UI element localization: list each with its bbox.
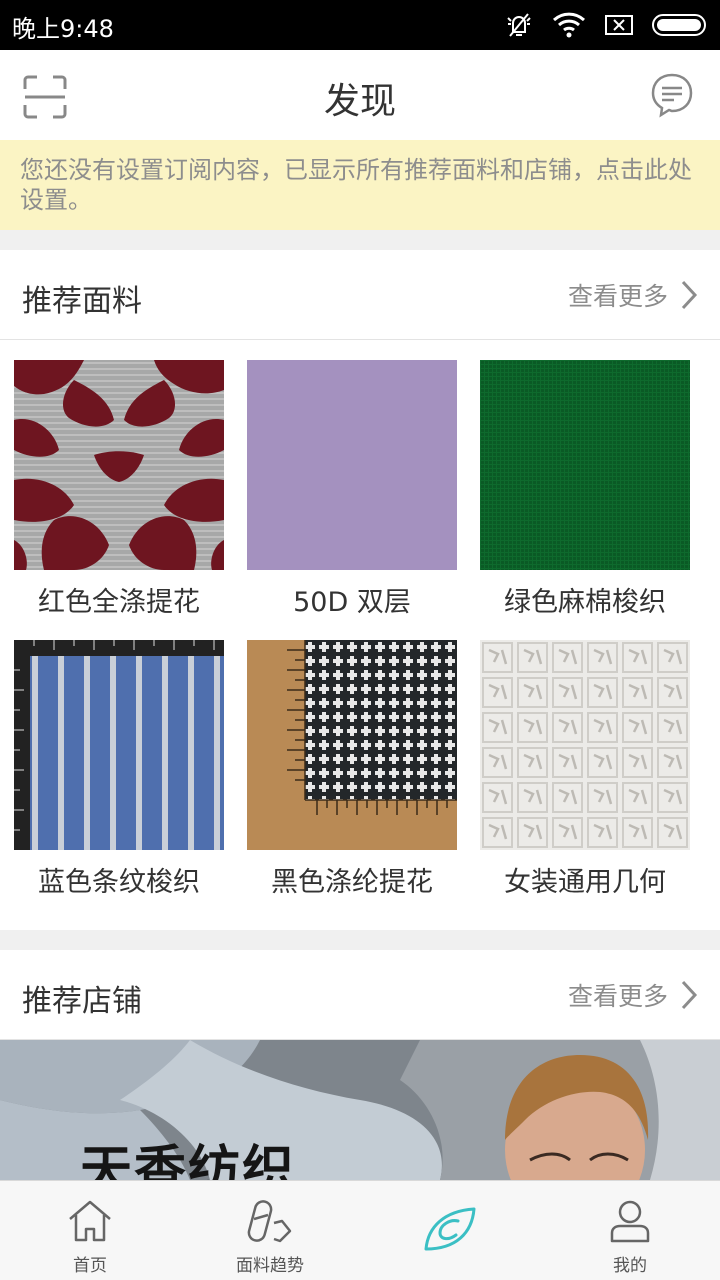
fabric-swatch-image bbox=[247, 360, 457, 570]
battery-icon bbox=[652, 14, 706, 36]
discover-eye-icon bbox=[424, 1207, 476, 1251]
tab-label: 我的 bbox=[613, 1256, 647, 1276]
status-bar: 晚上9:48 bbox=[0, 0, 720, 50]
tab-home[interactable]: 首页 bbox=[0, 1181, 180, 1280]
mute-vibrate-icon bbox=[507, 13, 531, 37]
fabric-item[interactable]: 50D 双层 bbox=[247, 360, 457, 619]
chevron-right-icon bbox=[681, 980, 698, 1010]
no-sim-icon bbox=[605, 15, 633, 35]
fabric-swatch-image bbox=[480, 360, 690, 570]
tab-label: 面料趋势 bbox=[236, 1256, 304, 1276]
fabrics-section-title: 推荐面料 bbox=[22, 284, 142, 319]
fabric-swatch-image bbox=[14, 640, 224, 850]
bottom-tab-bar: 首页 面料趋势 我的 bbox=[0, 1180, 720, 1280]
tab-profile[interactable]: 我的 bbox=[540, 1181, 720, 1280]
fabric-name: 女装通用几何 bbox=[504, 867, 666, 898]
fabrics-section-header: 推荐面料 查看更多 bbox=[0, 250, 720, 340]
status-time: 晚上9:48 bbox=[12, 15, 114, 43]
fabrics-more-link[interactable]: 查看更多 bbox=[568, 272, 698, 318]
user-icon bbox=[610, 1200, 650, 1243]
fabric-swatch-image bbox=[480, 640, 690, 850]
subscription-notice[interactable]: 您还没有设置订阅内容，已显示所有推荐面料和店铺，点击此处设置。 bbox=[0, 140, 720, 230]
trend-icon bbox=[247, 1200, 292, 1243]
fabric-item[interactable]: 女装通用几何 bbox=[480, 640, 690, 899]
status-icons bbox=[504, 10, 708, 40]
fabric-item[interactable]: 黑色涤纶提花 bbox=[247, 640, 457, 899]
home-icon bbox=[69, 1200, 111, 1242]
app-header: 发现 bbox=[0, 50, 720, 140]
fabric-name: 绿色麻棉梭织 bbox=[504, 587, 666, 618]
shops-section-title: 推荐店铺 bbox=[22, 984, 142, 1019]
fabric-name: 蓝色条纹梭织 bbox=[38, 867, 200, 898]
fabric-swatch-image bbox=[247, 640, 457, 850]
fabric-item[interactable]: 蓝色条纹梭织 bbox=[14, 640, 224, 899]
shops-section-header: 推荐店铺 查看更多 bbox=[0, 950, 720, 1040]
fabric-name: 红色全涤提花 bbox=[38, 587, 200, 618]
fabric-item[interactable]: 红色全涤提花 bbox=[14, 360, 224, 619]
shop-name: 天香纺织 bbox=[80, 1141, 297, 1180]
tab-label: 首页 bbox=[73, 1256, 107, 1276]
fabric-name: 50D 双层 bbox=[293, 587, 411, 618]
more-label: 查看更多 bbox=[567, 982, 668, 1011]
shops-more-link[interactable]: 查看更多 bbox=[568, 972, 698, 1018]
wifi-icon bbox=[552, 12, 586, 38]
more-label: 查看更多 bbox=[567, 282, 668, 311]
fabric-swatch-image bbox=[14, 360, 224, 570]
fabric-name: 黑色涤纶提花 bbox=[271, 867, 433, 898]
page-title: 发现 bbox=[323, 81, 396, 122]
messages-button[interactable] bbox=[650, 72, 694, 118]
fabric-grid: 红色全涤提花 50D 双层 绿色麻棉梭织 蓝色条纹梭织 黑色涤纶提花 女装通用几… bbox=[0, 340, 720, 930]
chevron-right-icon bbox=[681, 280, 698, 310]
tab-discover[interactable] bbox=[360, 1181, 540, 1280]
shop-banner[interactable]: 天香纺织 bbox=[0, 1040, 720, 1180]
chat-bubble-icon bbox=[651, 73, 693, 118]
fabric-item[interactable]: 绿色麻棉梭织 bbox=[480, 360, 690, 619]
tab-fabric-trends[interactable]: 面料趋势 bbox=[180, 1181, 360, 1280]
